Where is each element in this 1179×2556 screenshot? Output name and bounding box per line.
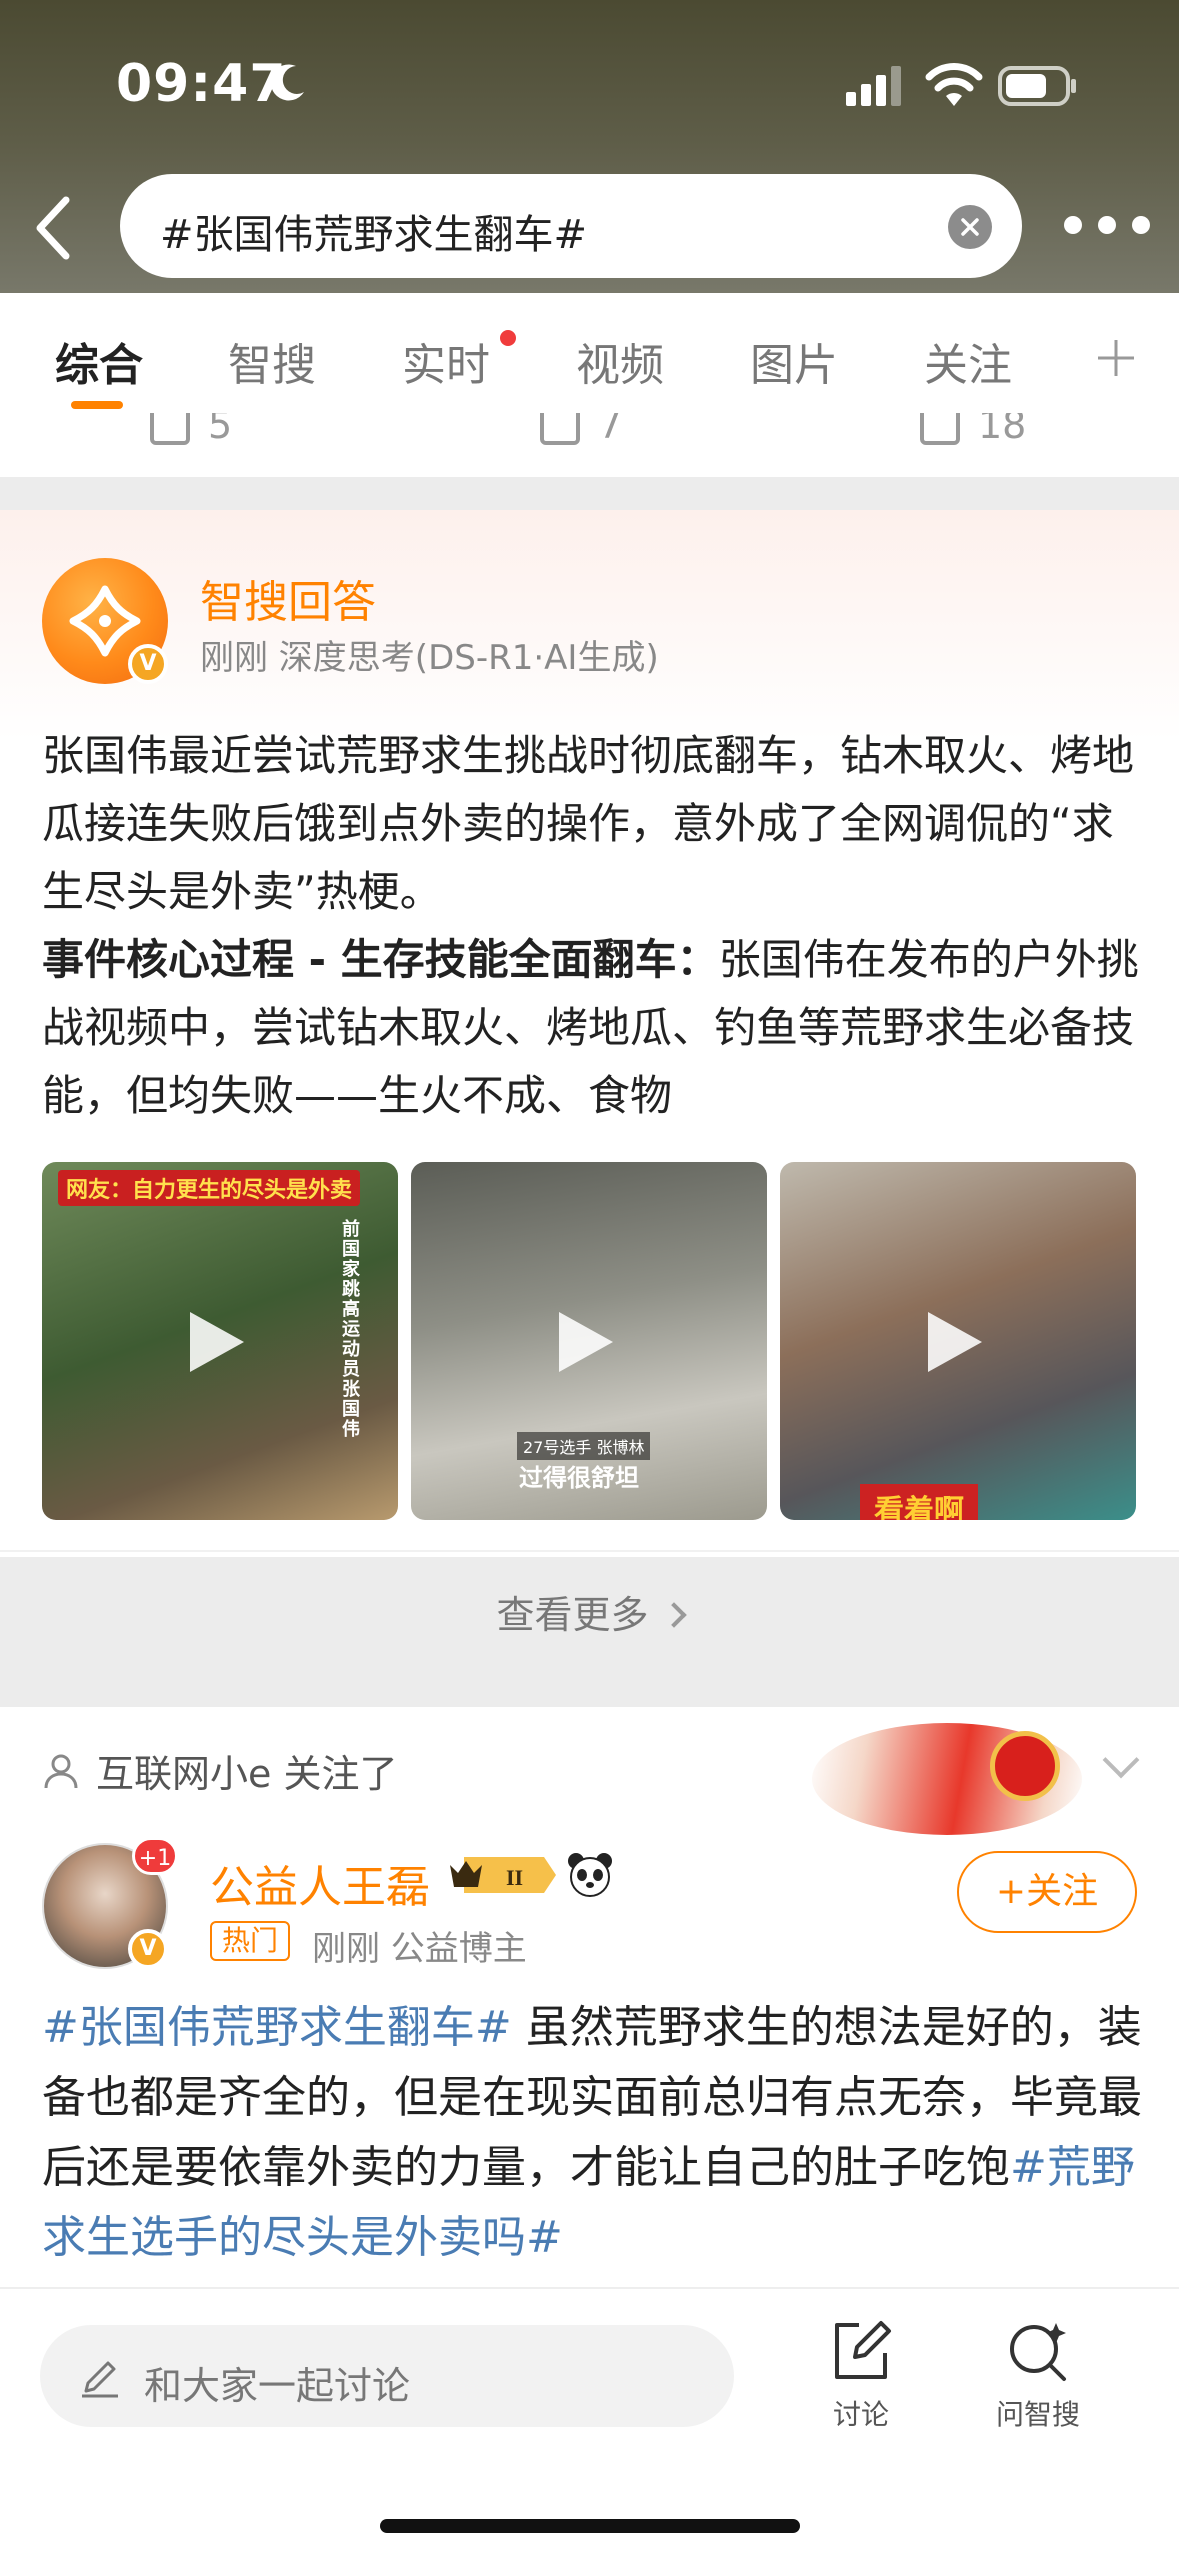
play-icon <box>928 1312 982 1372</box>
more-dot-icon <box>1132 216 1150 234</box>
ai-answer-card: V 智搜回答 刚刚 深度思考(DS-R1·AI生成) 张国伟最近尝试荒野求生挑战… <box>0 510 1179 1637</box>
post-text[interactable]: #张国伟荒野求生翻车# 虽然荒野求生的想法是好的，装备也都是齐全的，但是在现实面… <box>42 1993 1142 2273</box>
ai-meta: 刚刚 深度思考(DS-R1·AI生成) <box>200 638 659 678</box>
edit-icon <box>835 2321 891 2379</box>
discuss-button[interactable]: 讨论 <box>796 2319 926 2433</box>
repost-icon <box>150 413 190 445</box>
video-thumbnail[interactable]: 网友：自力更生的尽头是外卖 前国家跳高运动员张国伟 <box>42 1162 398 1520</box>
wifi-icon <box>925 63 983 106</box>
video-thumbnail[interactable]: 27号选手 张博林 过得很舒坦 <box>411 1162 767 1520</box>
verified-badge-icon: V <box>128 1929 168 1969</box>
ask-ai-button[interactable]: 问智搜 <box>988 2319 1088 2433</box>
hashtag-link[interactable]: #张国伟荒野求生翻车# <box>42 2002 512 2053</box>
follow-hint: 互联网小e 关注了 <box>42 1743 397 1798</box>
tab-实时[interactable]: 实时 <box>402 329 490 393</box>
chevron-right-icon <box>660 1602 687 1628</box>
thumbnail-caption: 看着啊 <box>860 1484 978 1520</box>
ai-paragraph-1: 张国伟最近尝试荒野求生挑战时彻底翻车，钻木取火、烤地瓜接连失败后饿到点外卖的操作… <box>42 731 1135 916</box>
active-tab-indicator <box>71 401 123 409</box>
moon-icon <box>270 64 304 101</box>
ask-ai-label: 问智搜 <box>995 2398 1080 2431</box>
hot-tag: 热门 <box>210 1921 291 1961</box>
avatar-badge: +1 <box>132 1837 178 1875</box>
see-more-label: 查看更多 <box>496 1593 649 1637</box>
tab-bar: 综合 智搜 实时 视频 图片 关注 <box>0 293 1179 413</box>
post-card: 互联网小e 关注了 +1 V 公益人王磊 II 热门 刚刚 公益博主 +关注 #… <box>0 1707 1179 2287</box>
ai-name[interactable]: 智搜回答 <box>200 566 376 630</box>
tab-图片[interactable]: 图片 <box>750 329 838 393</box>
ai-heading: 事件核心过程 - 生存技能全面翻车： <box>42 935 719 984</box>
battery-icon <box>998 66 1076 106</box>
repost-action[interactable]: 5 <box>150 413 232 447</box>
thumbnail-side-caption: 前国家跳高运动员张国伟 <box>342 1219 360 1440</box>
add-tab-icon[interactable] <box>1096 338 1136 378</box>
repost-count: 5 <box>208 413 233 447</box>
crown-badge-icon: II <box>450 1857 556 1893</box>
ai-search-icon <box>1010 2323 1066 2381</box>
discuss-label: 讨论 <box>832 2398 889 2431</box>
emblem-icon <box>990 1731 1060 1801</box>
comment-action[interactable]: 7 <box>540 413 622 447</box>
search-query: #张国伟荒野求生翻车# <box>160 212 588 258</box>
search-input[interactable]: #张国伟荒野求生翻车# <box>120 174 1022 278</box>
like-count: 18 <box>978 413 1027 447</box>
level-badge-text: II <box>506 1865 523 1890</box>
signal-icon <box>846 66 901 106</box>
header: 09:47 #张国伟荒野求生翻车# <box>0 0 1179 293</box>
discussion-placeholder: 和大家一起讨论 <box>144 2364 411 2408</box>
close-icon <box>961 218 979 236</box>
home-indicator <box>380 2519 800 2533</box>
tab-智搜[interactable]: 智搜 <box>228 329 316 393</box>
thumbnail-caption: 网友：自力更生的尽头是外卖 <box>58 1170 361 1206</box>
more-dot-icon <box>1098 216 1116 234</box>
more-options-button[interactable] <box>1064 216 1150 240</box>
comment-count: 7 <box>598 413 623 447</box>
comment-icon <box>540 413 580 445</box>
user-name[interactable]: 公益人王磊 <box>210 1851 430 1915</box>
prev-post-actions: 5 7 18 <box>0 413 1179 477</box>
play-icon <box>190 1312 244 1372</box>
more-dot-icon <box>1064 216 1082 234</box>
bottom-bar: 和大家一起讨论 讨论 问智搜 <box>0 2287 1179 2556</box>
video-thumbnail[interactable]: 看着啊 <box>780 1162 1136 1520</box>
tab-关注[interactable]: 关注 <box>924 329 1012 393</box>
video-thumbnails: 网友：自力更生的尽头是外卖 前国家跳高运动员张国伟 27号选手 张博林 过得很舒… <box>42 1162 1137 1520</box>
thumbnail-subtitle: 过得很舒坦 <box>519 1464 639 1492</box>
play-icon <box>559 1312 613 1372</box>
follow-button[interactable]: +关注 <box>957 1851 1137 1933</box>
discussion-input[interactable]: 和大家一起讨论 <box>40 2325 734 2427</box>
follow-hint-text: 互联网小e 关注了 <box>96 1752 398 1796</box>
like-action[interactable]: 18 <box>920 413 1026 447</box>
back-button[interactable] <box>22 190 82 266</box>
pencil-icon <box>82 2361 118 2398</box>
verified-badge-icon: V <box>128 644 168 684</box>
status-time: 09:47 <box>116 54 287 114</box>
panda-icon <box>568 1853 612 1897</box>
ai-answer-text[interactable]: 张国伟最近尝试荒野求生挑战时彻底翻车，钻木取火、烤地瓜接连失败后饿到点外卖的操作… <box>42 722 1142 1130</box>
chevron-down-icon[interactable] <box>1102 1741 1140 1779</box>
tab-综合[interactable]: 综合 <box>55 329 143 393</box>
like-icon <box>920 413 960 445</box>
clear-search-button[interactable] <box>948 205 992 249</box>
person-icon <box>44 1754 78 1788</box>
notification-dot <box>500 330 516 346</box>
tab-视频[interactable]: 视频 <box>576 329 664 393</box>
divider <box>0 1550 1179 1552</box>
see-more-link[interactable]: 查看更多 <box>0 1584 1179 1639</box>
thumbnail-caption-small: 27号选手 张博林 <box>517 1432 651 1460</box>
post-meta: 刚刚 公益博主 <box>312 1929 527 1969</box>
